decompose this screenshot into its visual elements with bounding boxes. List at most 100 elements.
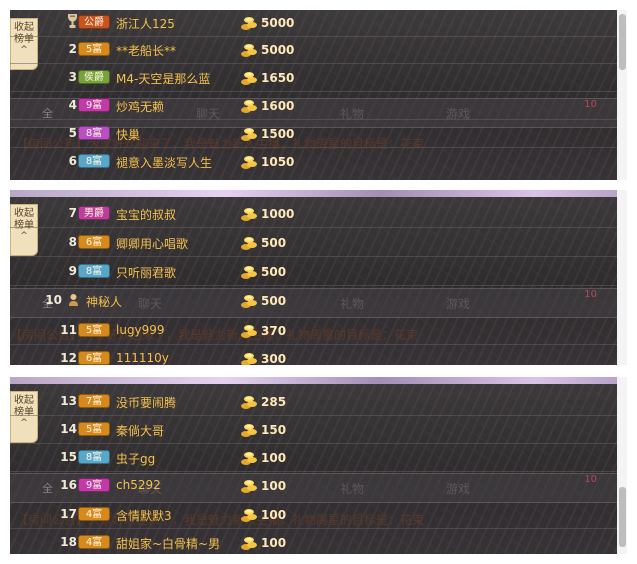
coin-icon	[241, 17, 257, 30]
user-name[interactable]: lugy999	[116, 323, 165, 337]
coin-icon	[241, 128, 257, 141]
scrollbar[interactable]	[617, 377, 627, 554]
scrollbar[interactable]	[617, 190, 627, 365]
rank-number: 3	[68, 70, 77, 84]
user-name[interactable]: 神秘人	[86, 293, 122, 310]
ranking-row[interactable]: 11 5富 lugy999 370	[10, 318, 617, 345]
coin-icon	[241, 452, 257, 465]
ranking-row[interactable]: 12 6富 111110y 300	[10, 346, 617, 365]
rank-number: 17	[60, 507, 77, 521]
scrollbar-thumb[interactable]	[619, 487, 626, 547]
coin-icon	[241, 424, 257, 437]
coin-amount: 500	[261, 265, 287, 279]
rank-number: 12	[60, 351, 77, 365]
coin-amount: 5000	[261, 16, 295, 30]
coin-icon	[241, 156, 257, 169]
mystery-user-icon	[69, 294, 78, 306]
ranking-row[interactable]: 15 8富 虫子gg 100	[10, 445, 617, 472]
rank-number: 7	[68, 206, 77, 220]
rank-number: 9	[68, 264, 77, 278]
coin-amount: 1600	[261, 99, 295, 113]
ranking-row[interactable]: 10 神秘人 500	[10, 288, 617, 314]
user-name[interactable]: 快巢	[116, 126, 140, 143]
coin-amount: 300	[261, 352, 287, 365]
ranking-row[interactable]: 8 6富 卿卿用心唱歌 500	[10, 230, 617, 257]
level-badge: 5富	[78, 42, 110, 56]
coin-icon	[241, 266, 257, 279]
ranking-row[interactable]: 7 男爵 宝宝的叔叔 1000	[10, 201, 617, 228]
level-badge: 8富	[78, 450, 110, 464]
user-name[interactable]: 浙江人125	[116, 15, 175, 32]
level-badge: 7富	[78, 394, 110, 408]
decorative-top-band	[10, 377, 627, 384]
coin-amount: 500	[261, 236, 287, 250]
rank-number: 13	[60, 394, 77, 408]
ranking-row[interactable]: 6 8富 褪意入墨淡写人生 1050	[10, 149, 617, 175]
coin-icon	[241, 295, 257, 308]
coin-icon	[241, 509, 257, 522]
ranking-row[interactable]: 9 8富 只听丽君歌 500	[10, 259, 617, 286]
ranking-row[interactable]: 18 4富 甜姐家~白骨精~男 100	[10, 530, 617, 554]
user-name[interactable]: 只听丽君歌	[116, 264, 176, 281]
scrollbar[interactable]	[617, 10, 627, 180]
coin-icon	[241, 353, 257, 365]
rank-number: 14	[60, 422, 77, 436]
ranking-row[interactable]: 13 7富 没币要闹腾 285	[10, 389, 617, 416]
ranking-row[interactable]: 16 9富 ch5292 100	[10, 473, 617, 499]
level-badge: 5富	[78, 422, 110, 436]
user-name[interactable]: ch5292	[116, 478, 161, 492]
ranking-panel-2: 全 聊天 礼物 游戏 10 【房间公告】大家好欢迎来了，我是魅力新人主播，礼物周…	[10, 190, 627, 365]
coin-amount: 1000	[261, 207, 295, 221]
user-name[interactable]: 含情默默3	[116, 507, 172, 524]
rank-number: 16	[60, 478, 77, 492]
coin-amount: 100	[261, 479, 287, 493]
ranking-row[interactable]: 14 5富 秦倘大哥 150	[10, 417, 617, 444]
level-badge: 6富	[78, 235, 110, 249]
scrollbar-thumb[interactable]	[619, 14, 626, 70]
decorative-top-band	[10, 190, 627, 197]
coin-icon	[241, 44, 257, 57]
level-badge: 4富	[78, 507, 110, 521]
user-name[interactable]: 甜姐家~白骨精~男	[116, 535, 220, 552]
rank-number: 4	[68, 98, 77, 112]
user-name[interactable]: 秦倘大哥	[116, 422, 164, 439]
coin-icon	[241, 237, 257, 250]
level-badge: 9富	[78, 98, 110, 112]
user-name[interactable]: M4-天空是那么蓝	[116, 70, 210, 87]
level-badge: 4富	[78, 535, 110, 549]
user-name[interactable]: 虫子gg	[116, 450, 155, 467]
user-name[interactable]: 褪意入墨淡写人生	[116, 154, 212, 171]
coin-amount: 100	[261, 451, 287, 465]
level-badge: 9富	[78, 478, 110, 492]
user-name[interactable]: 炒鸡无赖	[116, 98, 164, 115]
rank-number: 18	[60, 535, 77, 549]
ranking-row[interactable]: 公爵 浙江人125 5000	[10, 10, 617, 37]
ranking-row[interactable]: 2 5富 **老船长** 5000	[10, 37, 617, 64]
user-name[interactable]: 111110y	[116, 351, 169, 365]
coin-icon	[241, 325, 257, 338]
level-badge: 侯爵	[78, 70, 110, 84]
ranking-panel-1: 全 聊天 礼物 游戏 10 【房间公告】大家好欢迎来了，我是魅力新人主播，礼物周…	[10, 10, 627, 180]
coin-amount: 150	[261, 423, 287, 437]
ranking-row[interactable]: 17 4富 含情默默3 100	[10, 502, 617, 529]
user-name[interactable]: 宝宝的叔叔	[116, 206, 176, 223]
rank-number: 2	[68, 42, 77, 56]
coin-icon	[241, 396, 257, 409]
coin-amount: 285	[261, 395, 287, 409]
ranking-panel-3: 全 聊天 礼物 游戏 10 【房间公告】大家好欢迎来了，我是魅力新人主播，礼物周…	[10, 377, 627, 554]
coin-icon	[241, 480, 257, 493]
rank-number: 8	[68, 235, 77, 249]
coin-icon	[241, 100, 257, 113]
rank-number: 15	[60, 450, 77, 464]
user-name[interactable]: **老船长**	[116, 42, 176, 59]
level-badge: 5富	[78, 323, 110, 337]
ranking-row[interactable]: 5 8富 快巢 1500	[10, 121, 617, 148]
level-badge: 6富	[78, 351, 110, 365]
user-name[interactable]: 没币要闹腾	[116, 394, 176, 411]
rank-number: 11	[60, 323, 77, 337]
user-name[interactable]: 卿卿用心唱歌	[116, 235, 188, 252]
ranking-row[interactable]: 4 9富 炒鸡无赖 1600	[10, 93, 617, 120]
coin-amount: 1500	[261, 127, 295, 141]
level-badge: 公爵	[78, 15, 110, 29]
ranking-row[interactable]: 3 侯爵 M4-天空是那么蓝 1650	[10, 65, 617, 92]
